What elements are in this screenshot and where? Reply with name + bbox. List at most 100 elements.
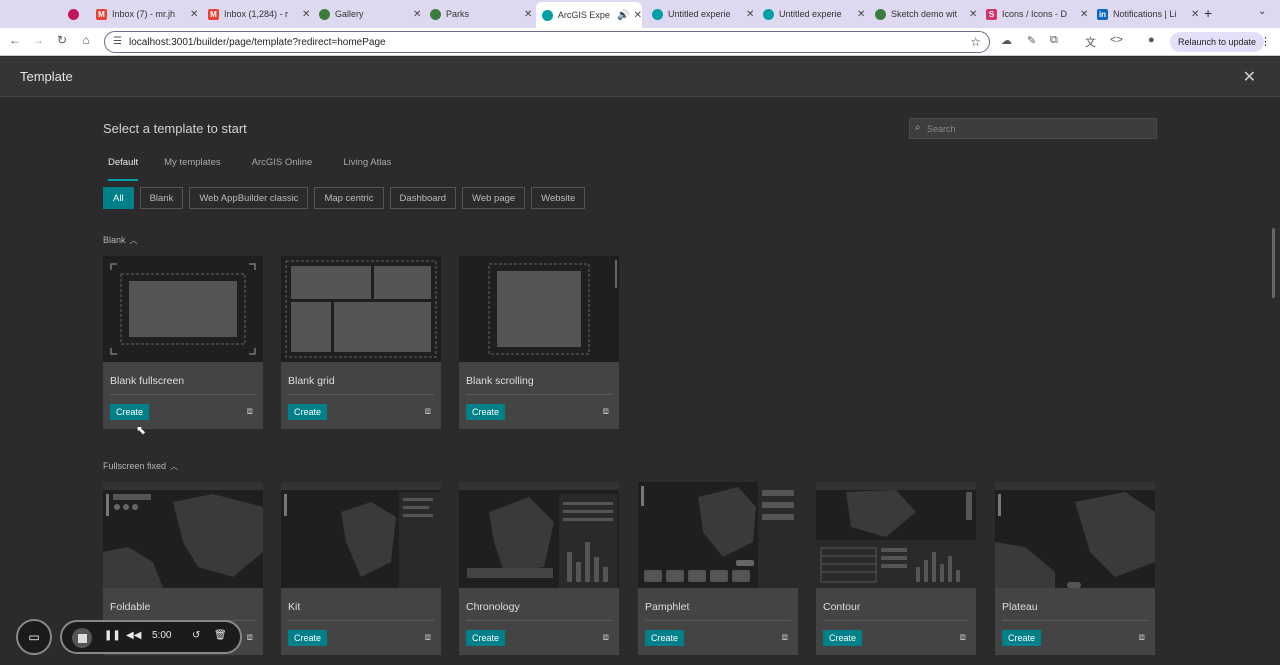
browser-tab-untitled-2[interactable]: Untitled experie ✕ <box>763 4 865 24</box>
filter-dashboard[interactable]: Dashboard <box>389 187 457 209</box>
filter-website[interactable]: Website <box>531 187 586 209</box>
speaker-icon[interactable]: 🔊 <box>617 10 629 21</box>
home-icon[interactable]: ⌂ <box>77 33 95 47</box>
filter-all[interactable]: All <box>103 187 134 209</box>
forward-arrow-icon[interactable]: → <box>29 33 47 47</box>
preview-icon[interactable]: ⧈ <box>247 632 253 643</box>
close-tab-icon[interactable]: ✕ <box>1191 9 1199 20</box>
filter-map-centric[interactable]: Map centric <box>314 187 384 209</box>
divider <box>466 620 612 621</box>
restart-icon[interactable]: ↺ <box>192 630 200 641</box>
template-card-blank-grid[interactable]: Blank grid Create ⧈ <box>281 256 441 429</box>
template-header: Template ✕ <box>0 57 1280 97</box>
template-card-chronology[interactable]: Chronology Create ⧈ <box>459 482 619 655</box>
create-button[interactable]: Create <box>1002 630 1042 646</box>
camera-icon[interactable]: ▭ <box>16 619 52 655</box>
filter-blank[interactable]: Blank <box>139 187 184 209</box>
browser-tab-untitled-1[interactable]: Untitled experie ✕ <box>652 4 754 24</box>
template-card-pamphlet[interactable]: Pamphlet Create ⧈ <box>638 482 798 655</box>
browser-tab-sketch[interactable]: Sketch demo wit ✕ <box>875 4 977 24</box>
url-text[interactable]: localhost:3001/builder/page/template?red… <box>129 37 386 48</box>
preview-icon[interactable]: ⧈ <box>960 632 966 643</box>
browser-tab-linkedin[interactable]: in Notifications | Li ✕ <box>1097 4 1199 24</box>
pencil-extension-icon[interactable]: ✎ <box>1027 34 1036 47</box>
browser-tab-gmail-1[interactable]: M Inbox (7) - mr.jh ✕ <box>96 4 198 24</box>
new-tab-icon[interactable]: + <box>1204 5 1212 21</box>
gmail-icon: M <box>208 8 219 20</box>
code-icon[interactable]: <> <box>1110 34 1123 46</box>
create-button[interactable]: Create <box>288 630 328 646</box>
close-tab-icon[interactable]: ✕ <box>1080 9 1088 20</box>
browser-tab-gmail-2[interactable]: M Inbox (1,284) - r ✕ <box>208 4 310 24</box>
back-arrow-icon[interactable]: ← <box>6 33 24 47</box>
stop-recording-button[interactable] <box>72 628 92 648</box>
divider <box>110 394 256 395</box>
rewind-icon[interactable]: ◀◀ <box>126 630 141 641</box>
site-info-icon[interactable]: ☰ <box>113 36 122 47</box>
template-card-plateau[interactable]: Plateau Create ⧈ <box>995 482 1155 655</box>
template-name: Kit <box>288 601 301 613</box>
close-tab-icon[interactable]: ✕ <box>857 9 865 20</box>
menu-kebab-icon[interactable]: ⋮ <box>1260 35 1271 48</box>
preview-icon[interactable]: ⧈ <box>247 406 253 417</box>
linkedin-icon: in <box>1097 8 1108 20</box>
close-tab-icon[interactable]: ✕ <box>746 9 754 20</box>
preview-icon[interactable]: ⧈ <box>603 406 609 417</box>
close-icon[interactable]: ✕ <box>1243 67 1256 87</box>
profile-avatar[interactable]: ● <box>1148 34 1155 46</box>
close-tab-icon[interactable]: ✕ <box>302 9 310 20</box>
bookmark-star-icon[interactable]: ☆ <box>970 35 981 49</box>
tab-label: Untitled experie <box>779 9 842 19</box>
tab-my-templates[interactable]: My templates <box>164 157 221 177</box>
filter-web-appbuilder-classic[interactable]: Web AppBuilder classic <box>189 187 309 209</box>
gmail-icon: M <box>96 8 107 20</box>
create-button[interactable]: Create <box>466 630 506 646</box>
tab-default[interactable]: Default <box>108 157 139 181</box>
close-tab-icon[interactable]: ✕ <box>969 9 977 20</box>
create-button[interactable]: Create <box>466 404 506 420</box>
template-card-blank-fullscreen[interactable]: Blank fullscreen Create ⧈ <box>103 256 263 429</box>
pause-icon[interactable]: ❚❚ <box>104 630 121 641</box>
puzzle-icon[interactable]: ⧉ <box>1050 34 1058 47</box>
template-name: Chronology <box>466 601 520 613</box>
address-bar[interactable]: ☰ localhost:3001/builder/page/template?r… <box>104 31 990 53</box>
tab-living-atlas[interactable]: Living Atlas <box>343 157 391 177</box>
tab-label: Parks <box>446 9 470 19</box>
section-blank-header[interactable]: Blank ︿ <box>103 235 138 246</box>
browser-tab[interactable] <box>68 4 84 24</box>
template-name: Foldable <box>110 601 151 613</box>
browser-tab-gallery[interactable]: Gallery ✕ <box>319 4 421 24</box>
preview-icon[interactable]: ⧈ <box>1139 632 1145 643</box>
preview-icon[interactable]: ⧈ <box>782 632 788 643</box>
template-card-kit[interactable]: Kit Create ⧈ <box>281 482 441 655</box>
section-title: Blank <box>103 235 126 245</box>
tab-search-chevron-icon[interactable]: ⌄ <box>1258 6 1266 17</box>
search-input[interactable] <box>927 121 1147 136</box>
filter-web-page[interactable]: Web page <box>462 187 526 209</box>
close-tab-icon[interactable]: ✕ <box>413 9 421 20</box>
close-tab-icon[interactable]: ✕ <box>524 9 532 20</box>
preview-icon[interactable]: ⧈ <box>425 406 431 417</box>
preview-icon[interactable]: ⧈ <box>603 632 609 643</box>
template-card-blank-scrolling[interactable]: Blank scrolling Create ⧈ <box>459 256 619 429</box>
close-tab-icon[interactable]: ✕ <box>190 9 198 20</box>
close-tab-icon[interactable]: ✕ <box>634 10 642 21</box>
browser-tab-parks[interactable]: Parks ✕ <box>430 4 532 24</box>
create-button[interactable]: Create <box>823 630 863 646</box>
template-card-contour[interactable]: Contour Create ⧈ <box>816 482 976 655</box>
browser-tab-icons[interactable]: S Icons / Icons - D ✕ <box>986 4 1088 24</box>
browser-tab-arcgis-active[interactable]: ArcGIS Expe 🔊 ✕ <box>536 2 642 28</box>
scrollbar-thumb[interactable] <box>1272 228 1275 298</box>
trash-icon[interactable]: 🗑 <box>214 630 227 641</box>
section-fullscreen-fixed-header[interactable]: Fullscreen fixed ︿ <box>103 461 178 472</box>
create-button[interactable]: Create <box>110 404 150 420</box>
extension-icon[interactable]: ☁ <box>1001 34 1012 47</box>
create-button[interactable]: Create <box>645 630 685 646</box>
create-button[interactable]: Create <box>288 404 328 420</box>
translate-icon[interactable]: 文 <box>1085 34 1096 50</box>
preview-icon[interactable]: ⧈ <box>425 632 431 643</box>
relaunch-button[interactable]: Relaunch to update <box>1170 32 1265 52</box>
search-box[interactable]: ⌕ <box>909 118 1157 139</box>
reload-icon[interactable]: ↻ <box>53 33 71 47</box>
tab-arcgis-online[interactable]: ArcGIS Online <box>252 157 313 177</box>
